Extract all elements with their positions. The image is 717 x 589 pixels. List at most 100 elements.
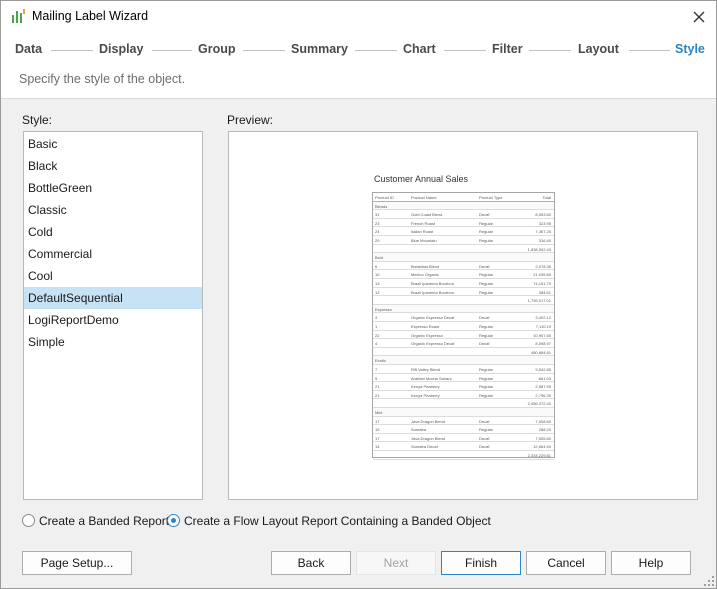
report-cell: Decaf — [479, 315, 490, 321]
next-button[interactable]: Next — [356, 551, 436, 575]
report-cell: 74,151.70 — [533, 281, 551, 286]
report-cell: 2,096,372.40 — [527, 401, 551, 407]
page-setup-button[interactable]: Page Setup... — [22, 551, 132, 575]
report-column-header: Product Type — [479, 195, 503, 200]
step-style[interactable]: Style — [675, 42, 705, 56]
report-cell: Regular — [479, 281, 494, 286]
window-title: Mailing Label Wizard — [32, 9, 149, 23]
report-group-row: Blends — [373, 201, 554, 211]
report-cell: Organic Espresso Decaf — [411, 315, 455, 321]
report-cell: 17 — [375, 418, 380, 424]
style-label: Style: — [22, 113, 53, 127]
report-cell: Arabian Mocha Sanani — [411, 375, 452, 381]
report-cell: Regular — [479, 384, 494, 390]
style-item-logireportdemo[interactable]: LogiReportDemo — [24, 309, 202, 331]
finish-button[interactable]: Finish — [441, 551, 521, 575]
report-column-header: Total — [542, 195, 551, 200]
style-item-black[interactable]: Black — [24, 155, 202, 177]
banded-report-radio[interactable] — [22, 514, 35, 527]
step-divider — [529, 50, 571, 51]
style-item-basic[interactable]: Basic — [24, 133, 202, 155]
style-item-defaultsequential[interactable]: DefaultSequential — [24, 287, 202, 309]
flow-layout-radio[interactable] — [167, 514, 180, 527]
report-data-row: 15 Sumatra Regular 288.20 — [373, 425, 554, 434]
report-cell: 480,684.61 — [530, 349, 551, 355]
report-cell: Mexico Organic — [411, 272, 439, 278]
report-cell: 17 — [375, 435, 380, 441]
step-filter[interactable]: Filter — [492, 42, 523, 56]
report-cell: 21 — [375, 392, 380, 398]
step-divider — [152, 50, 192, 51]
resize-grip-icon[interactable] — [704, 576, 715, 587]
style-list[interactable]: Basic Black BottleGreen Classic Cold Com… — [23, 131, 203, 500]
step-divider — [444, 50, 486, 51]
step-divider — [355, 50, 397, 51]
help-button[interactable]: Help — [611, 551, 691, 575]
report-cell: 24 — [375, 229, 380, 235]
step-layout[interactable]: Layout — [578, 42, 619, 56]
report-cell: 2,587.95 — [535, 384, 551, 390]
style-item-commercial[interactable]: Commercial — [24, 243, 202, 265]
style-item-classic[interactable]: Classic — [24, 199, 202, 221]
report-cell: 10,907.65 — [533, 332, 551, 338]
report-cell: 13 — [375, 281, 380, 286]
report-cell: Breakfast Blend — [411, 263, 440, 269]
report-cell: Sumatra Decaf — [411, 444, 438, 450]
report-group-row: Mild — [373, 408, 554, 417]
report-cell: 323.95 — [538, 220, 551, 226]
report-data-row: 17 Java Dragon Blend Decaf 7,508.60 — [373, 417, 554, 426]
report-cell: French Roast — [411, 220, 436, 226]
report-data-row: 17 Java Dragon Blend Decaf 7,505.60 — [373, 434, 554, 443]
report-cell: Decaf — [479, 212, 490, 218]
step-group[interactable]: Group — [198, 42, 236, 56]
report-cell: Espresso — [375, 306, 392, 312]
report-cell: 316.40 — [538, 238, 551, 243]
report-cell: 7,508.60 — [535, 418, 551, 424]
report-cell: Regular — [479, 220, 494, 226]
report-cell: 13 — [375, 289, 380, 295]
report-data-row: 13 Brazil Ipanema Bourbon Regular 384.61 — [373, 288, 554, 297]
close-icon[interactable] — [689, 7, 709, 27]
report-cell: 8,598.97 — [535, 341, 551, 347]
report-cell: Regular — [479, 289, 494, 295]
report-cell: Gold Coast Blend — [411, 212, 443, 218]
step-display[interactable]: Display — [99, 42, 143, 56]
report-cell: Decaf — [479, 341, 490, 347]
step-summary[interactable]: Summary — [291, 42, 348, 56]
report-column-header: Product ID — [375, 195, 394, 200]
step-chart[interactable]: Chart — [403, 42, 436, 56]
report-cell: Bold — [375, 255, 384, 261]
report-cell: Decaf — [479, 263, 490, 269]
report-cell: Java Dragon Blend — [411, 435, 446, 441]
report-cell: 23 — [375, 220, 380, 226]
report-cell: 2,078.36 — [535, 263, 551, 269]
report-cell: Regular — [479, 272, 494, 278]
style-item-bottlegreen[interactable]: BottleGreen — [24, 177, 202, 199]
report-cell: 1 — [375, 324, 378, 329]
report-data-row: 23 French Roast Regular 323.95 — [373, 219, 554, 228]
step-divider — [629, 50, 670, 51]
report-cell: 31 — [375, 212, 380, 218]
report-cell: 8,553.60 — [535, 212, 551, 218]
report-total-row: 480,684.61 — [373, 348, 554, 357]
wizard-window: Mailing Label Wizard Data Display Group … — [0, 0, 717, 589]
back-button[interactable]: Back — [271, 551, 351, 575]
report-cell: 7 — [375, 367, 378, 372]
report-cell: Espresso Roast — [411, 324, 440, 329]
style-item-cool[interactable]: Cool — [24, 265, 202, 287]
report-cell: 2,796.39 — [535, 392, 551, 398]
style-item-cold[interactable]: Cold — [24, 221, 202, 243]
report-data-row: 5 Arabian Mocha Sanani Regular 661.03 — [373, 374, 554, 383]
report-data-row: 6 Breakfast Blend Decaf 2,078.36 — [373, 262, 554, 271]
step-data[interactable]: Data — [15, 42, 42, 56]
report-total-row: 2,334,229.81 — [373, 451, 554, 460]
report-cell: 7,505.60 — [535, 435, 551, 441]
step-divider — [51, 50, 93, 51]
report-cell: Decaf — [479, 435, 490, 441]
wizard-bars-icon — [12, 9, 25, 23]
report-cell: Regular — [479, 375, 494, 381]
report-title: Customer Annual Sales — [374, 174, 469, 184]
title-bar[interactable]: Mailing Label Wizard — [1, 1, 716, 32]
cancel-button[interactable]: Cancel — [526, 551, 606, 575]
style-item-simple[interactable]: Simple — [24, 331, 202, 353]
